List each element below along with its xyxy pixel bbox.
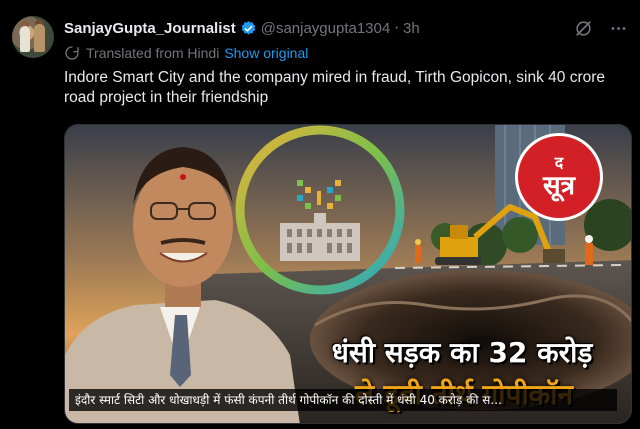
avatar-figure	[34, 24, 45, 52]
the-sootr-logo: द सूत्र	[515, 133, 603, 221]
media-caption: इंदौर स्मार्ट सिटी और धोखाधड़ी में फंसी …	[69, 389, 617, 411]
more-icon[interactable]	[609, 19, 628, 38]
header-actions	[574, 19, 628, 38]
display-name[interactable]: SanjayGupta_Journalist	[64, 20, 236, 37]
translated-label: Translated from Hindi	[86, 45, 220, 61]
translate-icon	[65, 46, 79, 60]
tweet-media-image[interactable]: द सूत्र धंसी सड़क का 32 करोड़ ले डूबी ती…	[64, 124, 632, 424]
translation-row: Translated from Hindi Show original	[64, 44, 308, 62]
media-headline: धंसी सड़क का 32 करोड़	[331, 336, 593, 369]
separator-dot: ·	[394, 19, 399, 37]
avatar[interactable]	[12, 16, 54, 58]
tweet-text: Indore Smart City and the company mired …	[64, 69, 606, 106]
show-original-link[interactable]: Show original	[224, 45, 308, 61]
grok-icon[interactable]	[574, 19, 593, 38]
timestamp[interactable]: 3h	[403, 20, 420, 37]
tweet-header: SanjayGupta_Journalist @sanjaygupta1304 …	[64, 18, 628, 38]
logo-small-text: द	[554, 153, 564, 172]
logo-big-text: सूत्र	[543, 171, 575, 201]
handle[interactable]: @sanjaygupta1304	[261, 20, 391, 37]
verified-badge-icon	[241, 20, 255, 35]
avatar-figure	[20, 26, 30, 52]
